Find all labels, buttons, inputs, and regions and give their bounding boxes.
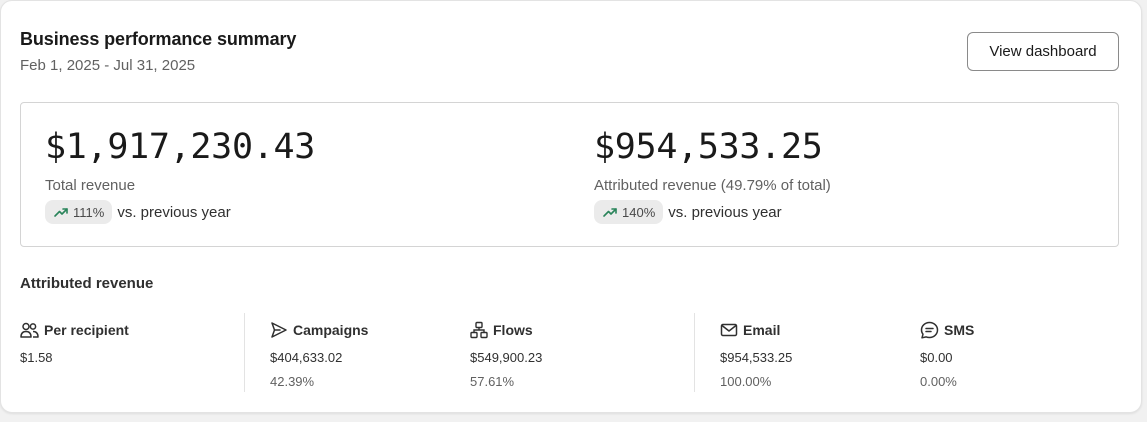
change-badge: 140% <box>594 200 664 224</box>
metric-flows: Flows $549,900.23 57.61% <box>470 320 542 389</box>
divider <box>244 313 245 392</box>
divider <box>694 313 695 392</box>
kpi-label: Total revenue <box>45 177 136 194</box>
metric-campaigns: Campaigns $404,633.02 42.39% <box>270 320 368 389</box>
metric-label: SMS <box>944 322 975 338</box>
metric-sms: SMS $0.00 0.00% <box>920 320 974 389</box>
metric-value: $549,900.23 <box>470 350 543 365</box>
trend-up-icon <box>54 208 68 217</box>
kpi-value: $1,917,230.43 <box>45 127 316 167</box>
change-value: 140% <box>622 204 656 220</box>
metric-value: $404,633.02 <box>270 350 343 365</box>
kpi-change: 140% vs. previous year <box>594 200 782 224</box>
metric-header: SMS <box>920 320 974 340</box>
metric-value: $0.00 <box>920 350 953 365</box>
kpi-panel: $1,917,230.43 Total revenue 111% vs. pre… <box>20 102 1119 247</box>
date-range: Feb 1, 2025 - Jul 31, 2025 <box>20 57 196 74</box>
metric-percentage: 42.39% <box>270 374 315 389</box>
sms-icon <box>920 321 939 339</box>
metric-header: Email <box>720 320 780 340</box>
comparison-label: vs. previous year <box>668 203 782 221</box>
metric-label: Per recipient <box>44 322 129 338</box>
kpi-change: 111% vs. previous year <box>45 200 231 224</box>
kpi-label: Attributed revenue (49.79% of total) <box>594 177 831 194</box>
attributed-revenue-heading: Attributed revenue <box>20 275 154 292</box>
metric-percentage: 57.61% <box>470 374 515 389</box>
metric-label: Flows <box>493 322 533 338</box>
card-title: Business performance summary <box>20 29 297 49</box>
flow-icon <box>470 321 488 339</box>
change-badge: 111% <box>45 200 113 224</box>
metric-header: Campaigns <box>270 320 368 340</box>
metric-per-recipient: Per recipient $1.58 <box>20 320 129 365</box>
kpi-value: $954,533.25 <box>594 127 823 167</box>
envelope-icon <box>720 323 738 337</box>
metric-label: Campaigns <box>293 322 369 338</box>
send-icon <box>271 322 287 338</box>
metric-percentage: 0.00% <box>920 374 957 389</box>
performance-summary-card: Business performance summary Feb 1, 2025… <box>0 0 1142 413</box>
metric-email: Email $954,533.25 100.00% <box>720 320 792 389</box>
trend-up-icon <box>603 208 617 217</box>
people-icon <box>20 322 39 338</box>
metric-header: Per recipient <box>20 320 129 340</box>
metric-label: Email <box>743 322 781 338</box>
change-value: 111% <box>73 204 105 220</box>
metric-header: Flows <box>470 320 533 340</box>
metric-percentage: 100.00% <box>720 374 772 389</box>
metric-value: $1.58 <box>20 350 53 365</box>
view-dashboard-button[interactable]: View dashboard <box>967 32 1119 71</box>
metric-value: $954,533.25 <box>720 350 793 365</box>
comparison-label: vs. previous year <box>117 203 231 221</box>
